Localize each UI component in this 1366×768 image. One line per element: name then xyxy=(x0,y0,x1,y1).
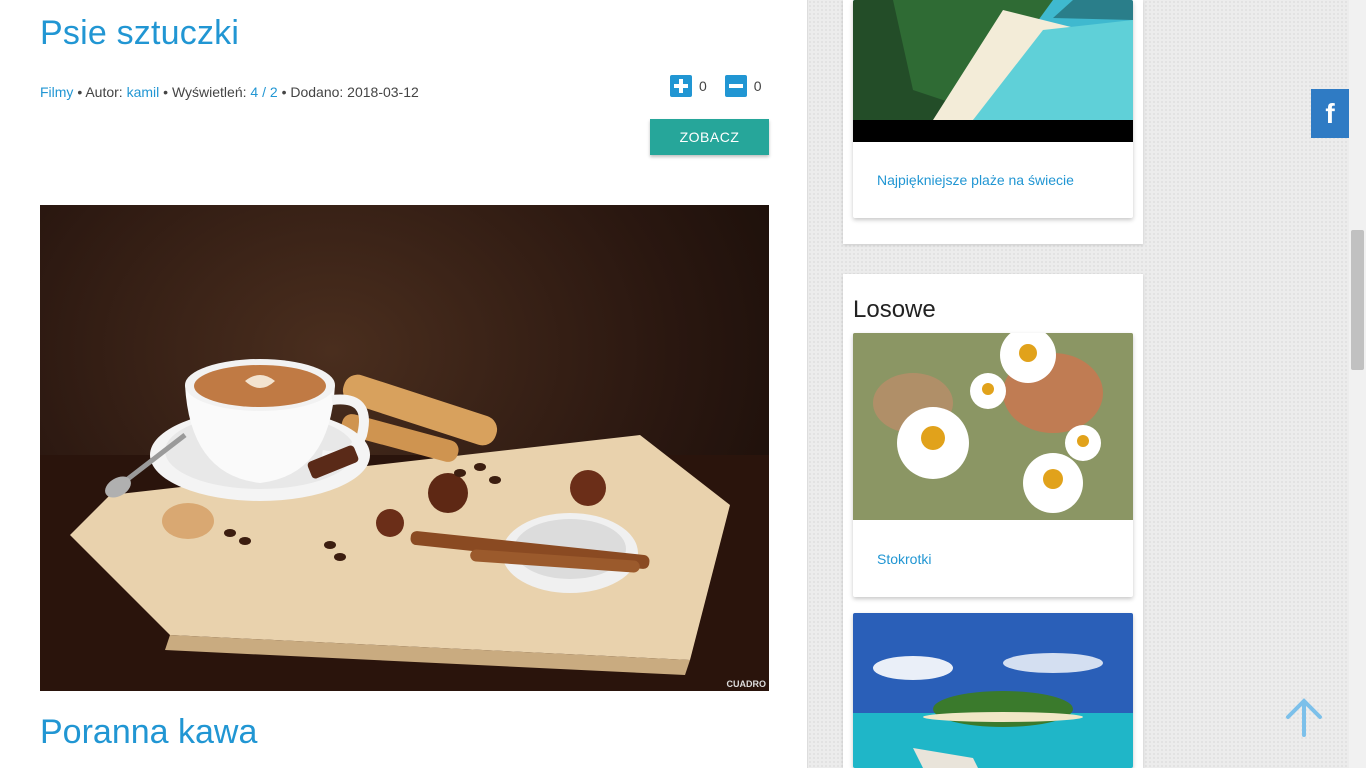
post-meta: Filmy • Autor: kamil • Wyświetleń: 4 / 2… xyxy=(40,84,419,100)
daisy-image[interactable] xyxy=(853,333,1133,520)
island-card[interactable] xyxy=(853,613,1133,768)
island-image[interactable] xyxy=(853,613,1133,768)
downvote-count: 0 xyxy=(753,78,762,94)
post-title-2[interactable]: Poranna kawa xyxy=(40,713,257,752)
vote-bar: 0 0 xyxy=(670,75,780,97)
author-label: • Autor: xyxy=(77,84,123,100)
beach-card[interactable]: Najpiękniejsze plaże na świecie xyxy=(853,0,1133,218)
views-count-b[interactable]: 2 xyxy=(270,84,278,100)
minus-icon[interactable] xyxy=(724,75,747,97)
plus-icon[interactable] xyxy=(670,75,692,97)
daisy-card-link[interactable]: Stokrotki xyxy=(877,551,931,567)
facebook-icon[interactable]: f xyxy=(1311,89,1349,138)
post-title[interactable]: Psie sztuczki xyxy=(40,14,239,53)
image-watermark: CUADRO xyxy=(726,679,767,689)
views-separator: / xyxy=(262,84,266,100)
zobacz-button[interactable]: ZOBACZ xyxy=(650,119,769,155)
coffee-image[interactable]: CUADRO xyxy=(40,205,769,691)
scrollbar-track[interactable] xyxy=(1349,0,1366,768)
main-column: Psie sztuczki Filmy • Autor: kamil • Wyś… xyxy=(0,0,808,768)
beach-image[interactable] xyxy=(853,0,1133,142)
added-date: • Dodano: 2018-03-12 xyxy=(281,84,419,100)
views-label: • Wyświetleń: xyxy=(163,84,247,100)
upvote: 0 xyxy=(670,75,707,97)
random-widget-title: Losowe xyxy=(853,296,936,323)
upvote-count: 0 xyxy=(699,78,707,94)
arrow-up-icon[interactable] xyxy=(1282,695,1326,739)
beach-card-link[interactable]: Najpiękniejsze plaże na świecie xyxy=(877,172,1074,188)
category-link[interactable]: Filmy xyxy=(40,84,73,100)
scrollbar-thumb[interactable] xyxy=(1351,230,1364,370)
views-count-a[interactable]: 4 xyxy=(250,84,258,100)
daisy-card[interactable]: Stokrotki xyxy=(853,333,1133,597)
author-link[interactable]: kamil xyxy=(127,84,160,100)
downvote: 0 xyxy=(724,75,762,97)
